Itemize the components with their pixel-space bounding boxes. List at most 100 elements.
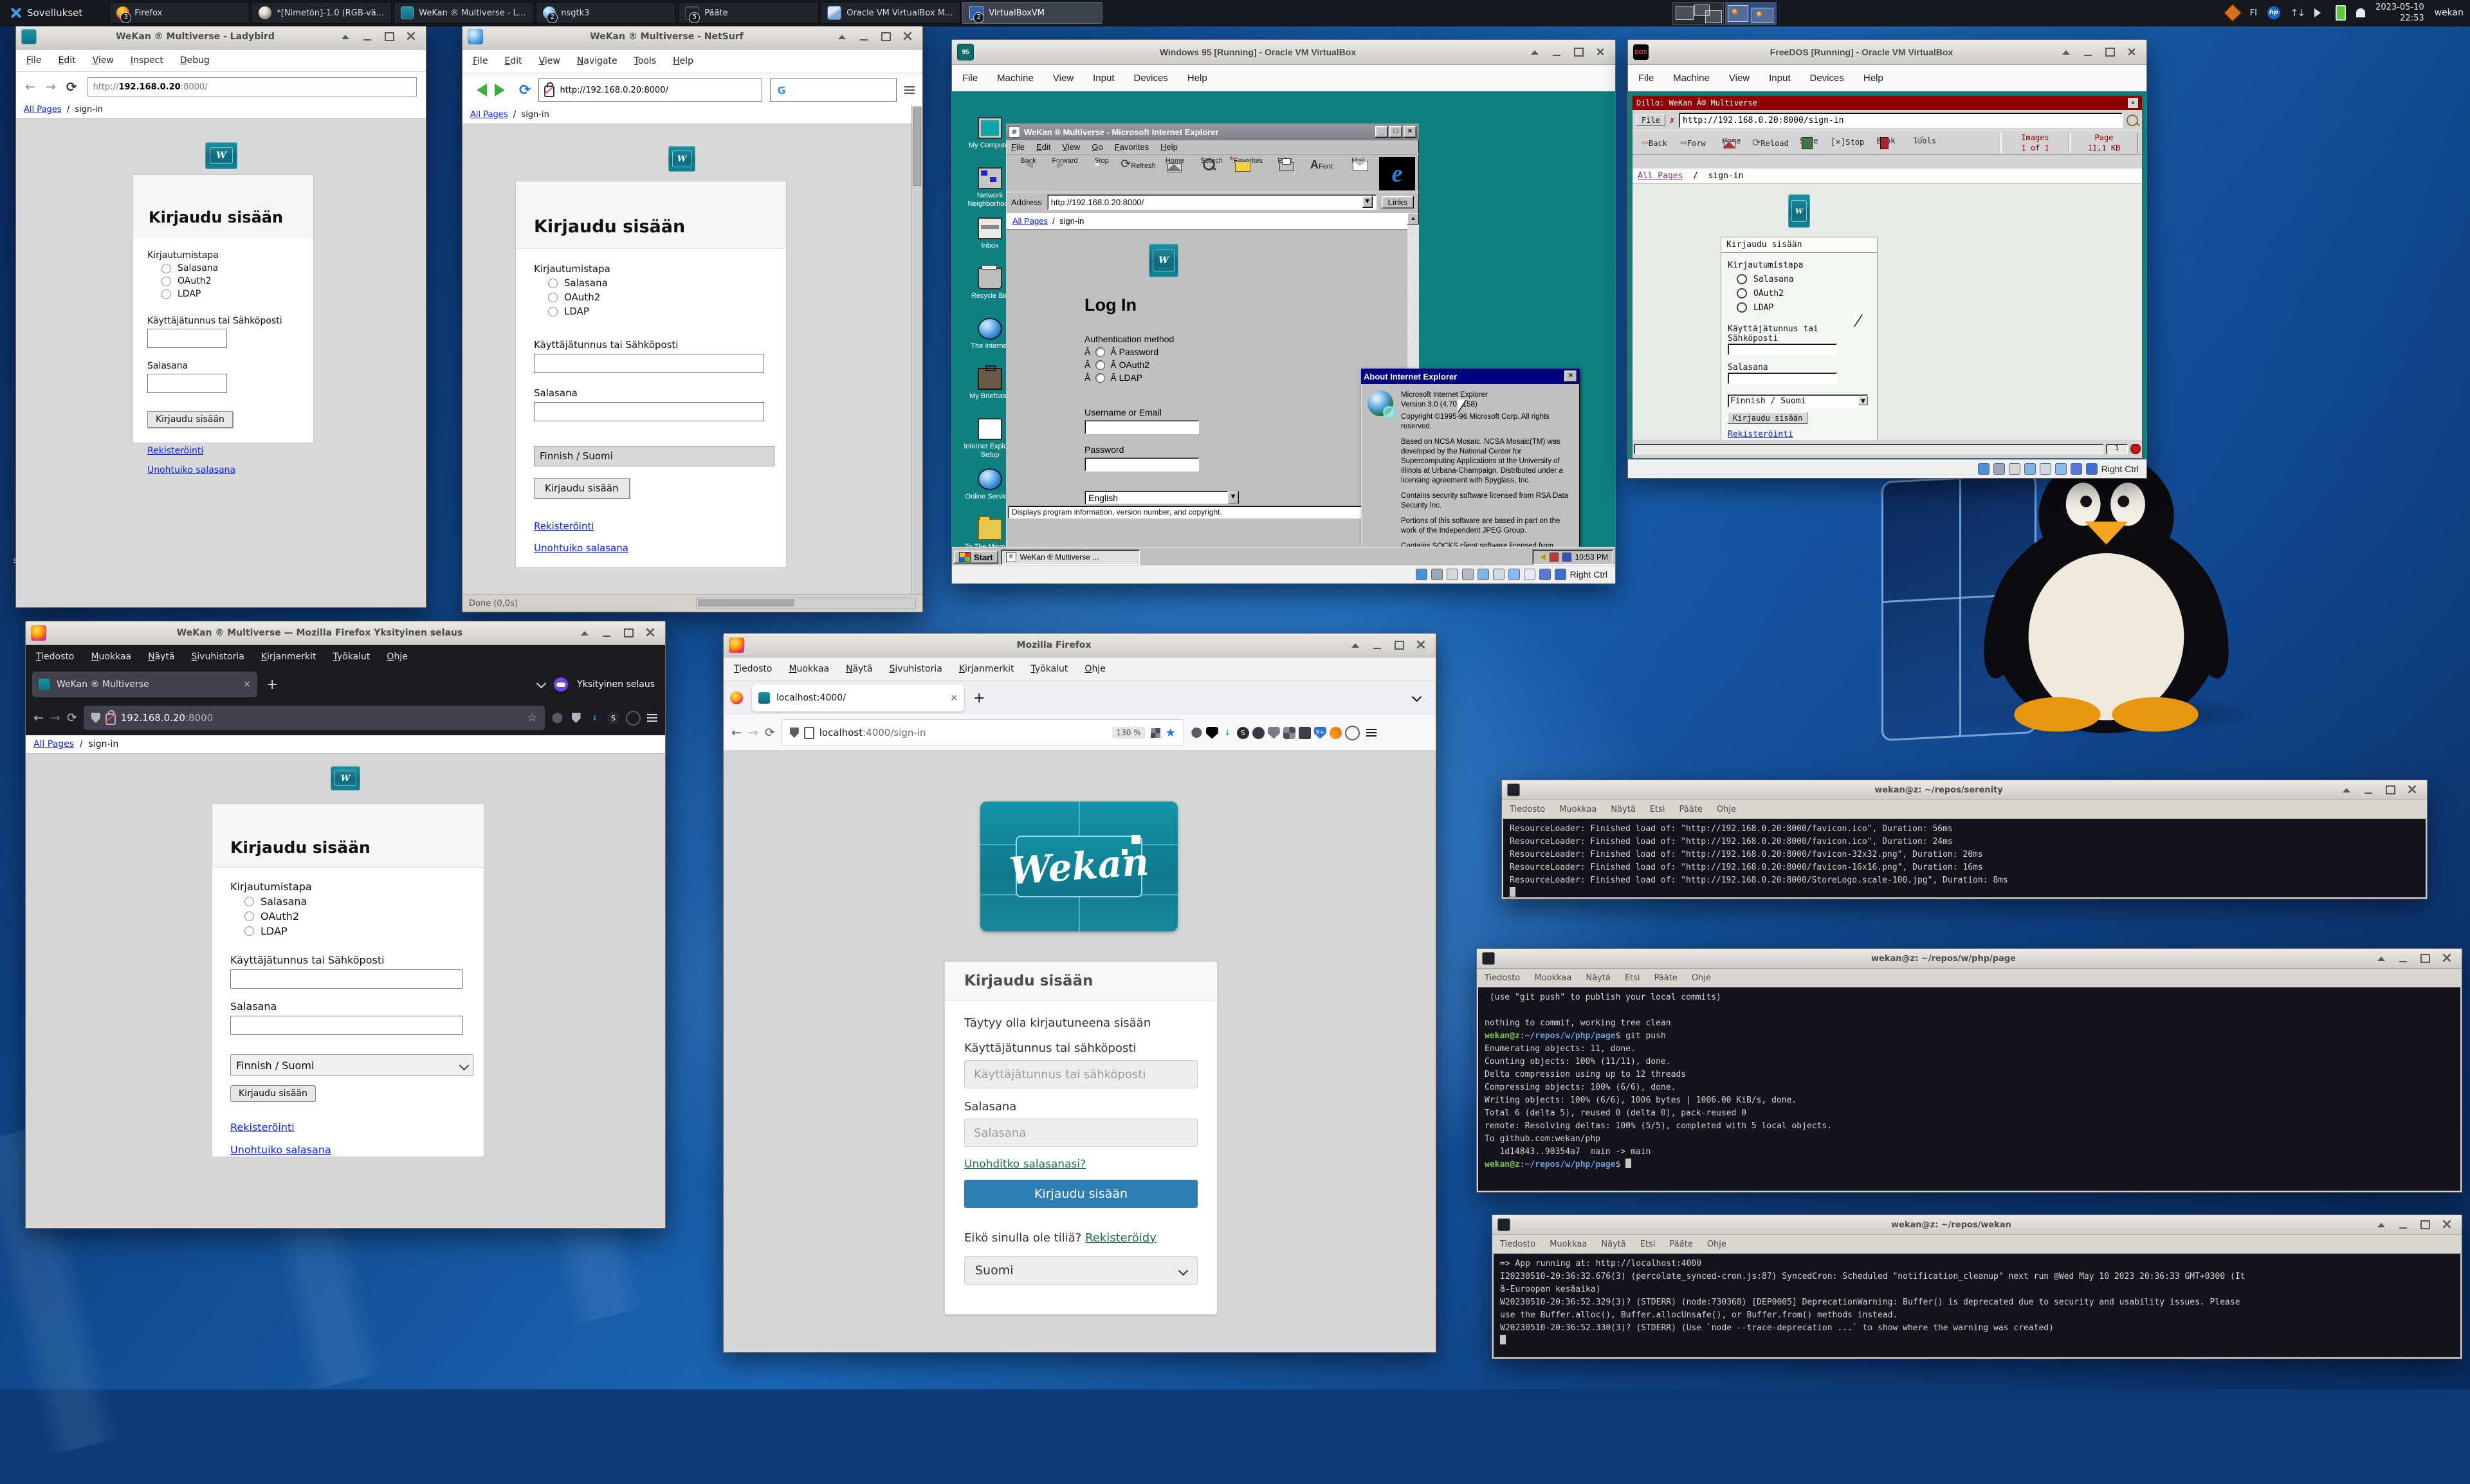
url-input[interactable]: http://192.168.0.20:8000/ [538,78,762,102]
dillo-toolbar-button[interactable]: Home [1714,136,1750,149]
menu-item[interactable]: Ohje [1084,664,1105,674]
tab-close-icon[interactable]: × [243,679,251,690]
radio-option[interactable]: LDAP [161,289,299,299]
signin-button[interactable]: Kirjaudu sisään [230,1085,316,1102]
url-input[interactable]: http://192.168.0.20:8000/sign-in [1679,113,2123,128]
minimize-button[interactable] [2359,782,2378,798]
url-bar[interactable]: localhost:4000/sign-in 130 % ★ [782,719,1184,746]
forward-icon[interactable]: → [50,711,60,725]
tray-icon[interactable] [1562,553,1571,562]
language-select[interactable]: Finnish / Suomi [230,1054,473,1076]
menu-item[interactable]: Kirjanmerkit [959,664,1014,674]
reload-icon[interactable]: ⟳ [519,82,531,98]
ie-maximize-button[interactable]: □ [1389,126,1402,138]
url-bar[interactable]: 192.168.0.20:8000 ☆ [84,706,545,730]
virtualbox-tray-icon[interactable] [2222,3,2242,23]
maximize-button[interactable] [2415,1216,2435,1233]
password-input[interactable] [1728,372,1837,384]
menu-item[interactable]: Tiedosto [1510,805,1545,814]
password-input[interactable] [1084,457,1199,472]
menu-item[interactable]: File [26,55,41,66]
menu-item[interactable]: Edit [58,55,75,66]
file-button[interactable]: File [1636,115,1665,126]
ie-toolbar-button[interactable]: Refresh [1120,157,1157,172]
tab-wekan[interactable]: WeKan ® Multiverse × [32,672,257,697]
shade-button[interactable] [1525,44,1544,60]
task-virtualboxvm[interactable]: VirtualBoxVM2 [962,2,1102,24]
menu-item[interactable]: Tiedosto [36,652,74,662]
radio-option[interactable]: OAuth2 [161,276,299,286]
menu-item[interactable]: Näytä [846,664,872,674]
download-icon[interactable]: ↓ [589,712,601,724]
terminal-output[interactable]: ResourceLoader: Finished load of: "http:… [1503,819,2426,897]
dillo-toolbar-button[interactable]: Back [1636,136,1672,149]
maximize-button[interactable] [380,28,399,45]
register-link[interactable]: Rekisteröidy [1085,1231,1157,1245]
minimize-button[interactable] [854,28,874,45]
menu-item[interactable]: Help [1863,73,1883,84]
task-virtualbox-manager[interactable]: Oracle VM VirtualBox M... [820,2,960,24]
s-extension-icon[interactable]: S [607,712,619,724]
dillo-toolbar-button[interactable]: Reload [1752,136,1788,149]
radio-option[interactable]: Salasana [1737,274,1871,284]
bug-icon[interactable] [2130,444,2141,454]
menu-item[interactable]: Muokkaa [789,664,829,674]
maximize-button[interactable] [1569,44,1588,60]
menu-icon[interactable] [904,86,915,87]
all-pages-link[interactable]: All Pages [470,110,508,120]
register-link[interactable]: Rekisteröinti [534,520,594,532]
page-info-icon[interactable] [804,727,814,739]
username-input[interactable] [1728,344,1837,355]
zoom-level-badge[interactable]: 130 % [1112,727,1146,738]
titlebar[interactable]: 95 Windows 95 [Running] - Oracle VM Virt… [952,40,1615,65]
shade-button[interactable] [2337,782,2356,798]
radio-option[interactable]: Salasana [161,263,299,273]
menu-item[interactable]: Edit [504,56,522,66]
close-button[interactable] [641,625,660,641]
menu-item[interactable]: File [1638,73,1654,84]
new-tab-button[interactable]: + [266,677,278,693]
minimize-button[interactable] [1368,637,1387,654]
menu-item[interactable]: Muokkaa [91,652,131,662]
maximize-button[interactable] [2381,782,2400,798]
ie-toolbar-button[interactable]: Home [1157,157,1193,172]
menu-item[interactable]: Tools [634,56,657,66]
menu-item[interactable]: Help [673,56,693,66]
search-input[interactable]: G [770,78,897,102]
task-netsurf[interactable]: nsgtk32 [536,2,676,24]
menu-item[interactable]: Edit [1036,142,1050,152]
register-link[interactable]: Rekisteröinti [147,446,203,456]
address-input[interactable]: http://192.168.0.20:8000/▼ [1047,194,1377,210]
ie-toolbar-button[interactable]: Forward [1047,157,1083,172]
titlebar[interactable]: wekan@z: ~/repos/wekan [1492,1215,2462,1235]
menu-item[interactable]: File [962,73,978,84]
start-button[interactable]: Start [954,551,998,563]
username-input[interactable] [534,354,764,373]
keyboard-layout-indicator[interactable]: FI [2250,8,2257,18]
dillo-toolbar-button[interactable]: Forw [1675,136,1711,149]
battery-icon[interactable] [2336,5,2346,21]
menu-item[interactable]: Tiedosto [1485,973,1520,983]
maximize-button[interactable] [876,28,895,45]
shield-badge-icon[interactable]: 9+ [1314,727,1326,739]
task-gimp[interactable]: *[Nimetön]-1.0 (RGB-vä... [252,2,392,24]
horizontal-scrollbar[interactable] [696,598,916,609]
tab-close-icon[interactable]: × [950,693,958,703]
back-icon[interactable] [470,84,487,96]
vertical-scrollbar[interactable] [911,106,922,595]
reader-squares-icon[interactable] [1151,728,1160,738]
titlebar[interactable]: WeKan ® Multiverse - Ladybird [16,24,426,50]
close-button[interactable] [1411,637,1431,654]
menu-item[interactable]: Ohje [1707,1240,1726,1249]
volume-icon[interactable] [1537,554,1546,560]
titlebar[interactable]: wekan@z: ~/repos/w/php/page [1477,949,2462,969]
radio-option[interactable]: LDAP [548,306,768,317]
menu-item[interactable]: View [1053,73,1074,84]
dillo-toolbar-button[interactable]: Stop [1829,136,1865,149]
all-pages-link[interactable]: All Pages [33,739,74,749]
ie-toolbar-button[interactable]: Favorites [1230,157,1267,172]
all-pages-link[interactable]: All Pages [1638,171,1683,181]
menu-item[interactable]: View [539,56,560,66]
menu-item[interactable]: Devices [1134,73,1168,84]
menu-item[interactable]: Go [1092,142,1102,152]
